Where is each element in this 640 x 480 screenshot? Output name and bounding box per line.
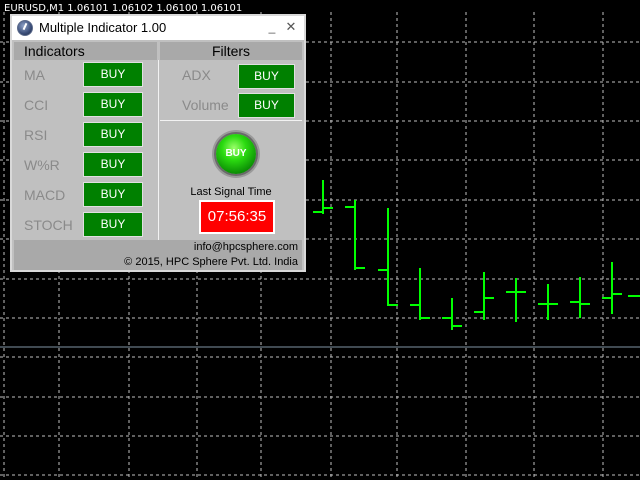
contact-email: info@hpcsphere.com — [193, 241, 298, 253]
indicators-header: Indicators — [14, 42, 157, 60]
indicator-label-cci: CCI — [24, 97, 49, 113]
candle-bar — [538, 284, 558, 320]
panel-titlebar[interactable]: Multiple Indicator 1.00 _ ✕ — [12, 16, 304, 40]
indicator-label-macd: MACD — [24, 187, 66, 203]
adx-buy-button[interactable]: BUY — [238, 64, 295, 89]
copyright-text: © 2015, HPC Sphere Pvt. Ltd. India — [124, 256, 298, 268]
candle-bar — [345, 200, 365, 270]
indicator-app-icon — [17, 20, 33, 36]
macd-buy-button[interactable]: BUY — [83, 182, 143, 207]
panel-title: Multiple Indicator 1.00 — [39, 20, 167, 35]
candle-bar — [602, 262, 622, 314]
filters-header: Filters — [160, 42, 302, 60]
candle-bar — [506, 278, 526, 322]
candle-bar — [313, 180, 333, 214]
candles — [313, 180, 640, 330]
column-divider — [158, 60, 159, 240]
indicator-label-wpr: W%R — [24, 157, 60, 173]
buy-signal-light: BUY — [216, 134, 256, 174]
candle-bar — [442, 298, 462, 330]
wpr-buy-button[interactable]: BUY — [83, 152, 143, 177]
filter-label-adx: ADX — [182, 67, 211, 83]
candle-bar — [378, 208, 398, 306]
last-signal-time-value: 07:56:35 — [199, 200, 275, 234]
candle-bar — [410, 268, 430, 320]
indicator-label-ma: MA — [24, 67, 45, 83]
candle-bar — [570, 277, 590, 318]
filters-divider — [160, 120, 302, 121]
close-icon[interactable]: ✕ — [284, 19, 298, 35]
signal-light-label: BUY — [225, 148, 247, 159]
stoch-buy-button[interactable]: BUY — [83, 212, 143, 237]
panel-footer: info@hpcsphere.com © 2015, HPC Sphere Pv… — [14, 240, 302, 270]
indicator-label-rsi: RSI — [24, 127, 48, 143]
rsi-buy-button[interactable]: BUY — [83, 122, 143, 147]
multiple-indicator-panel: Multiple Indicator 1.00 _ ✕ Indicators F… — [10, 14, 306, 272]
ma-buy-button[interactable]: BUY — [83, 62, 143, 87]
cci-buy-button[interactable]: BUY — [83, 92, 143, 117]
symbol-info: EURUSD,M1 1.06101 1.06102 1.06100 1.0610… — [4, 3, 243, 14]
last-signal-time-label: Last Signal Time — [190, 186, 272, 198]
minimize-icon[interactable]: _ — [265, 19, 279, 35]
indicator-label-stoch: STOCH — [24, 217, 73, 233]
volume-buy-button[interactable]: BUY — [238, 93, 295, 118]
filter-label-volume: Volume — [182, 97, 229, 113]
